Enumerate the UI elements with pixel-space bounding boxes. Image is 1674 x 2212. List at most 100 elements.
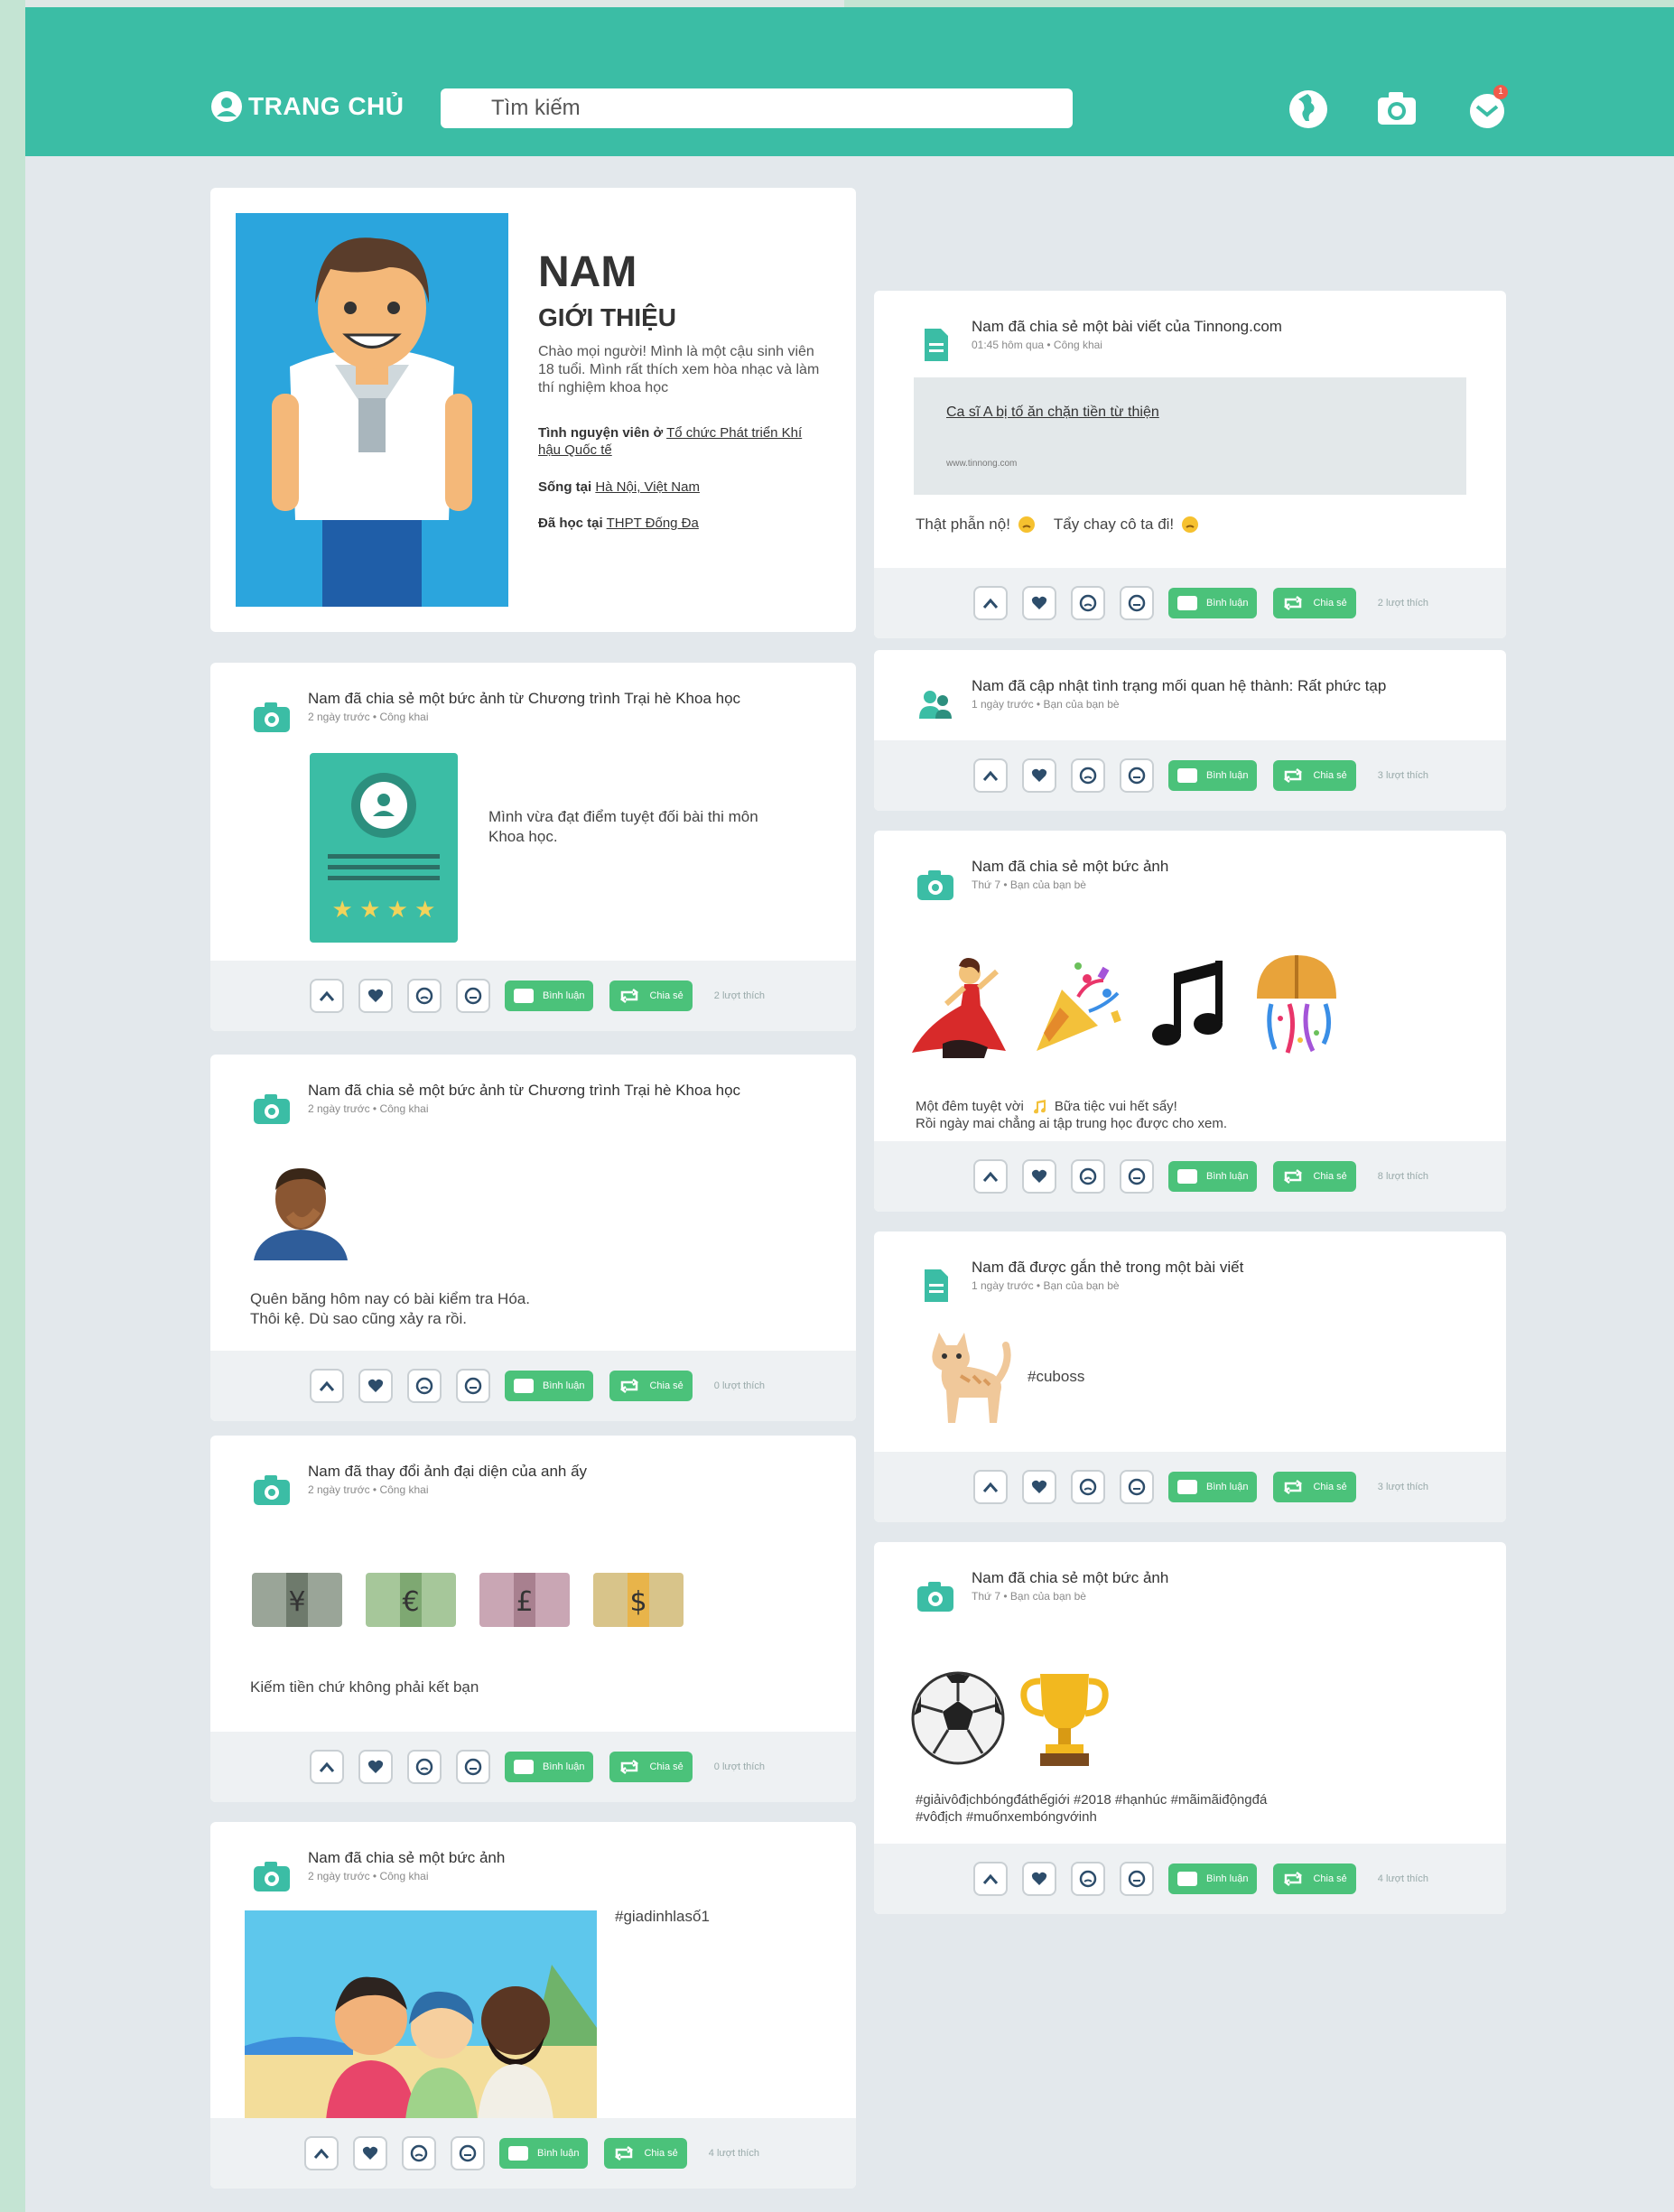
- comment-button[interactable]: Bình luận: [1168, 760, 1258, 791]
- post-header: Nam đã chia sẻ một bức ảnh từ Chương trì…: [308, 1082, 740, 1115]
- angry-reaction-button[interactable]: [1120, 1862, 1154, 1896]
- share-button[interactable]: Chia sẻ: [1273, 760, 1356, 791]
- post-actions: Bình luận Chia sẻ 4 lượt thích: [973, 1862, 1428, 1896]
- post-card: Nam đã chia sẻ một bức ảnh 2 ngày trước …: [210, 1822, 856, 2189]
- comment-button[interactable]: Bình luận: [505, 1371, 594, 1401]
- comment-button[interactable]: Bình luận: [499, 2138, 589, 2169]
- share-button[interactable]: Chia sẻ: [609, 981, 693, 1011]
- upvote-button[interactable]: [310, 979, 344, 1013]
- comment-button[interactable]: Bình luận: [1168, 588, 1258, 618]
- comment-label: Bình luận: [537, 2148, 580, 2159]
- sad-reaction-button[interactable]: [1071, 758, 1105, 793]
- like-button[interactable]: [1022, 1862, 1056, 1896]
- shared-link-preview[interactable]: Ca sĩ A bị tố ăn chặn tiền từ thiện www.…: [914, 377, 1466, 495]
- share-button[interactable]: Chia sẻ: [609, 1371, 693, 1401]
- comment-button[interactable]: Bình luận: [505, 981, 594, 1011]
- post-actions: Bình luận Chia sẻ 3 lượt thích: [973, 758, 1428, 793]
- angry-reaction-button[interactable]: [456, 979, 490, 1013]
- chevron-up-icon: [319, 990, 335, 1001]
- camera-icon: [917, 1582, 953, 1612]
- camera-icon: [254, 702, 290, 732]
- sad-face-icon: [415, 987, 433, 1005]
- post-header: Nam đã chia sẻ một bức ảnh Thứ 7 • Bạn c…: [972, 858, 1168, 891]
- family-photo[interactable]: [245, 1910, 597, 2120]
- angry-reaction-button[interactable]: [1120, 1470, 1154, 1504]
- share-button[interactable]: Chia sẻ: [604, 2138, 687, 2169]
- camera-icon[interactable]: [1374, 87, 1419, 132]
- home-label: TRANG CHỦ: [248, 92, 405, 120]
- sad-face-icon: [415, 1758, 433, 1776]
- chevron-up-icon: [982, 598, 999, 609]
- like-count: 8 lượt thích: [1377, 1171, 1428, 1182]
- sad-reaction-button[interactable]: [407, 1369, 442, 1403]
- sad-reaction-button[interactable]: [407, 979, 442, 1013]
- upvote-button[interactable]: [973, 758, 1008, 793]
- studied-place-link[interactable]: THPT Đống Đa: [607, 516, 699, 531]
- angry-reaction-button[interactable]: [1120, 1159, 1154, 1194]
- angry-reaction-button[interactable]: [1120, 586, 1154, 620]
- heart-icon: [362, 2146, 378, 2160]
- studied-label: Đã học tại: [538, 516, 603, 531]
- search-input[interactable]: [441, 88, 1073, 128]
- share-button[interactable]: Chia sẻ: [1273, 1161, 1356, 1192]
- lives-place-link[interactable]: Hà Nội, Việt Nam: [595, 479, 700, 495]
- money-emoji-row: ¥ € £ $: [250, 1567, 685, 1632]
- sad-reaction-button[interactable]: [1071, 586, 1105, 620]
- confetti-ball-emoji: [1257, 955, 1336, 1054]
- like-button[interactable]: [1022, 1470, 1056, 1504]
- sad-reaction-button[interactable]: [1071, 1159, 1105, 1194]
- sad-reaction-button[interactable]: [402, 2136, 436, 2170]
- upvote-button[interactable]: [310, 1750, 344, 1784]
- share-button[interactable]: Chia sẻ: [1273, 1863, 1356, 1894]
- svg-text:$: $: [629, 1586, 646, 1618]
- like-button[interactable]: [358, 1750, 393, 1784]
- like-button[interactable]: [1022, 1159, 1056, 1194]
- share-label: Chia sẻ: [644, 2148, 678, 2159]
- post-text: Kiếm tiền chứ không phải kết bạn: [250, 1678, 479, 1696]
- share-button[interactable]: Chia sẻ: [1273, 588, 1356, 618]
- sad-reaction-button[interactable]: [1071, 1862, 1105, 1896]
- angry-reaction-button[interactable]: [1120, 758, 1154, 793]
- angry-reaction-button[interactable]: [451, 2136, 485, 2170]
- comment-button[interactable]: Bình luận: [1168, 1161, 1258, 1192]
- comment-button[interactable]: Bình luận: [505, 1752, 594, 1782]
- post-text: Thật phẫn nộ! Tẩy chay cô ta đi!: [916, 515, 1199, 534]
- heart-icon: [1031, 1169, 1047, 1183]
- users-icon: [919, 691, 952, 719]
- share-label: Chia sẻ: [649, 1380, 684, 1391]
- sad-reaction-button[interactable]: [407, 1750, 442, 1784]
- comment-button[interactable]: Bình luận: [1168, 1863, 1258, 1894]
- home-link[interactable]: TRANG CHỦ: [210, 90, 405, 123]
- profile-bio: Chào mọi người! Mình là một cậu sinh viê…: [538, 344, 820, 395]
- globe-icon[interactable]: [1286, 87, 1331, 132]
- upvote-button[interactable]: [973, 1862, 1008, 1896]
- comment-button[interactable]: Bình luận: [1168, 1472, 1258, 1502]
- share-button[interactable]: Chia sẻ: [1273, 1472, 1356, 1502]
- profile-avatar[interactable]: [236, 213, 508, 607]
- upvote-button[interactable]: [304, 2136, 339, 2170]
- share-button[interactable]: Chia sẻ: [609, 1752, 693, 1782]
- upvote-button[interactable]: [973, 586, 1008, 620]
- like-count: 4 lượt thích: [1377, 1873, 1428, 1884]
- comment-icon: [1177, 768, 1197, 783]
- notification-mail-icon[interactable]: 1: [1466, 85, 1511, 132]
- like-button[interactable]: [353, 2136, 387, 2170]
- sad-reaction-button[interactable]: [1071, 1470, 1105, 1504]
- like-button[interactable]: [358, 979, 393, 1013]
- upvote-button[interactable]: [973, 1470, 1008, 1504]
- angry-reaction-button[interactable]: [456, 1369, 490, 1403]
- comment-icon: [514, 1760, 534, 1774]
- heart-icon: [1031, 596, 1047, 609]
- upvote-button[interactable]: [310, 1369, 344, 1403]
- like-button[interactable]: [1022, 586, 1056, 620]
- certificate-image[interactable]: ★ ★ ★ ★: [310, 753, 458, 943]
- dancer-emoji: [912, 958, 1006, 1058]
- like-button[interactable]: [358, 1369, 393, 1403]
- post-meta: 2 ngày trước • Công khai: [308, 711, 429, 723]
- upvote-button[interactable]: [973, 1159, 1008, 1194]
- angry-face-icon: [464, 1758, 482, 1776]
- like-button[interactable]: [1022, 758, 1056, 793]
- svg-text:€: €: [402, 1586, 419, 1618]
- post-actions: Bình luận Chia sẻ 0 lượt thích: [310, 1369, 765, 1403]
- angry-reaction-button[interactable]: [456, 1750, 490, 1784]
